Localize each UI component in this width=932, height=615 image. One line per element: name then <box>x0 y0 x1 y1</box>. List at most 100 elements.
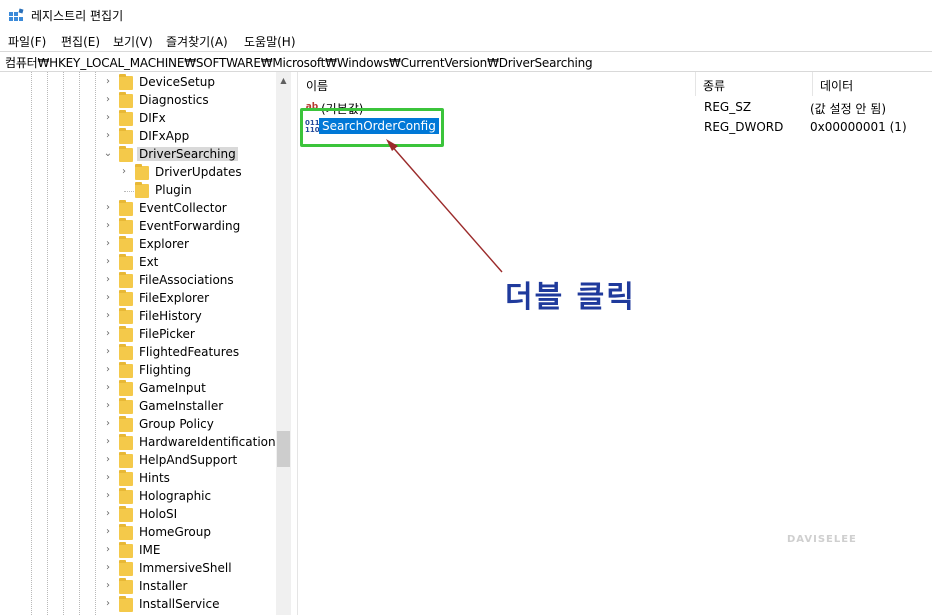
tree-item-label[interactable]: FileAssociations <box>137 273 236 287</box>
chevron-right-icon[interactable]: › <box>103 365 113 375</box>
tree-item-label[interactable]: Hints <box>137 471 172 485</box>
tree-item[interactable]: › GameInput <box>0 380 276 398</box>
chevron-right-icon[interactable]: › <box>103 239 113 249</box>
tree-item[interactable]: › Diagnostics <box>0 92 276 110</box>
chevron-right-icon[interactable]: › <box>103 581 113 591</box>
chevron-right-icon[interactable]: › <box>103 509 113 519</box>
tree-item[interactable]: › DeviceSetup <box>0 74 276 92</box>
tree-item[interactable]: › Holographic <box>0 488 276 506</box>
chevron-right-icon[interactable]: › <box>103 401 113 411</box>
tree-item-label[interactable]: Flighting <box>137 363 193 377</box>
pane-splitter[interactable] <box>291 72 298 615</box>
chevron-right-icon[interactable]: › <box>103 311 113 321</box>
tree-item[interactable]: Plugin <box>0 182 276 200</box>
tree-item-label[interactable]: Holographic <box>137 489 213 503</box>
tree-item[interactable]: › GameInstaller <box>0 398 276 416</box>
tree-item[interactable]: › FileExplorer <box>0 290 276 308</box>
tree-item-label[interactable]: Ext <box>137 255 160 269</box>
tree-item[interactable]: › Explorer <box>0 236 276 254</box>
tree-item-label[interactable]: FileHistory <box>137 309 204 323</box>
tree-item-label[interactable]: DIFx <box>137 111 168 125</box>
tree-item[interactable]: › EventCollector <box>0 200 276 218</box>
tree-item-label[interactable]: HardwareIdentification <box>137 435 278 449</box>
tree-item-label[interactable]: FileExplorer <box>137 291 211 305</box>
tree-item[interactable]: › HelpAndSupport <box>0 452 276 470</box>
tree-item-label[interactable]: HelpAndSupport <box>137 453 239 467</box>
tree-item[interactable]: › HoloSI <box>0 506 276 524</box>
chevron-right-icon[interactable]: › <box>103 77 113 87</box>
tree-item[interactable]: › Hints <box>0 470 276 488</box>
chevron-right-icon[interactable]: › <box>103 455 113 465</box>
tree-item-label[interactable]: Group Policy <box>137 417 216 431</box>
scroll-up-arrow-icon[interactable]: ▲ <box>276 72 291 89</box>
chevron-right-icon[interactable]: › <box>119 167 129 177</box>
tree-item[interactable]: › DriverUpdates <box>0 164 276 182</box>
key-tree[interactable]: › DeviceSetup › Diagnostics › DIFx › DIFxApp ⌄ Dr… <box>0 72 291 615</box>
chevron-right-icon[interactable]: › <box>103 545 113 555</box>
column-header-data[interactable]: 데이터 <box>813 72 932 96</box>
tree-item-label[interactable]: DriverUpdates <box>153 165 244 179</box>
tree-item-label[interactable]: FilePicker <box>137 327 197 341</box>
chevron-right-icon[interactable]: › <box>103 491 113 501</box>
tree-item[interactable]: › HomeGroup <box>0 524 276 542</box>
chevron-right-icon[interactable]: › <box>103 563 113 573</box>
tree-item[interactable]: › Ext <box>0 254 276 272</box>
chevron-right-icon[interactable]: › <box>103 257 113 267</box>
tree-item-label[interactable]: GameInput <box>137 381 208 395</box>
scroll-thumb[interactable] <box>277 431 290 467</box>
tree-item[interactable]: › DIFx <box>0 110 276 128</box>
chevron-right-icon[interactable]: › <box>103 113 113 123</box>
tree-item-label[interactable]: Diagnostics <box>137 93 211 107</box>
address-bar[interactable]: 컴퓨터₩HKEY_LOCAL_MACHINE₩SOFTWARE₩Microsof… <box>0 51 932 72</box>
chevron-right-icon[interactable]: › <box>103 329 113 339</box>
chevron-right-icon[interactable]: › <box>103 527 113 537</box>
tree-item[interactable]: › Installer <box>0 578 276 596</box>
tree-item-label[interactable]: GameInstaller <box>137 399 225 413</box>
tree-item[interactable]: › FileHistory <box>0 308 276 326</box>
chevron-right-icon[interactable]: › <box>103 275 113 285</box>
tree-item-label[interactable]: Plugin <box>153 183 194 197</box>
tree-item[interactable]: › EventForwarding <box>0 218 276 236</box>
chevron-right-icon[interactable]: › <box>103 221 113 231</box>
chevron-right-icon[interactable]: › <box>103 347 113 357</box>
tree-item[interactable]: › FileAssociations <box>0 272 276 290</box>
tree-item-label[interactable]: IME <box>137 543 162 557</box>
chevron-right-icon[interactable]: › <box>103 203 113 213</box>
tree-item-label[interactable]: DriverSearching <box>137 147 238 161</box>
tree-item-label[interactable]: HoloSI <box>137 507 179 521</box>
tree-item[interactable]: ⌄ DriverSearching <box>0 146 276 164</box>
menu-file[interactable]: 파일(F) <box>8 33 46 50</box>
chevron-right-icon[interactable]: › <box>103 293 113 303</box>
address-path[interactable]: 컴퓨터₩HKEY_LOCAL_MACHINE₩SOFTWARE₩Microsof… <box>5 54 593 71</box>
tree-item-label[interactable]: Explorer <box>137 237 191 251</box>
tree-item-label[interactable]: DIFxApp <box>137 129 191 143</box>
menu-edit[interactable]: 편집(E) <box>61 33 100 50</box>
tree-item-label[interactable]: Installer <box>137 579 189 593</box>
column-header-name[interactable]: 이름 <box>299 72 696 96</box>
chevron-right-icon[interactable]: › <box>103 95 113 105</box>
chevron-right-icon[interactable]: › <box>103 599 113 609</box>
tree-item-label[interactable]: InstallService <box>137 597 221 611</box>
tree-item[interactable]: › Flighting <box>0 362 276 380</box>
tree-item-label[interactable]: HomeGroup <box>137 525 213 539</box>
tree-scrollbar[interactable]: ▲ <box>276 72 291 615</box>
tree-item[interactable]: › ImmersiveShell <box>0 560 276 578</box>
tree-item[interactable]: › FlightedFeatures <box>0 344 276 362</box>
chevron-right-icon[interactable]: › <box>103 473 113 483</box>
menu-favorites[interactable]: 즐겨찾기(A) <box>166 33 228 50</box>
menu-help[interactable]: 도움말(H) <box>244 33 296 50</box>
chevron-right-icon[interactable]: › <box>103 131 113 141</box>
tree-item[interactable]: › DIFxApp <box>0 128 276 146</box>
tree-item[interactable]: › Group Policy <box>0 416 276 434</box>
chevron-right-icon[interactable]: › <box>103 383 113 393</box>
chevron-down-icon[interactable]: ⌄ <box>103 149 113 159</box>
column-header-type[interactable]: 종류 <box>696 72 813 96</box>
chevron-right-icon[interactable]: › <box>103 419 113 429</box>
tree-item[interactable]: › IME <box>0 542 276 560</box>
tree-item-label[interactable]: EventForwarding <box>137 219 242 233</box>
chevron-right-icon[interactable]: › <box>103 437 113 447</box>
tree-item-label[interactable]: EventCollector <box>137 201 229 215</box>
tree-item-label[interactable]: ImmersiveShell <box>137 561 234 575</box>
tree-item-label[interactable]: FlightedFeatures <box>137 345 241 359</box>
tree-item-label[interactable]: DeviceSetup <box>137 75 217 89</box>
